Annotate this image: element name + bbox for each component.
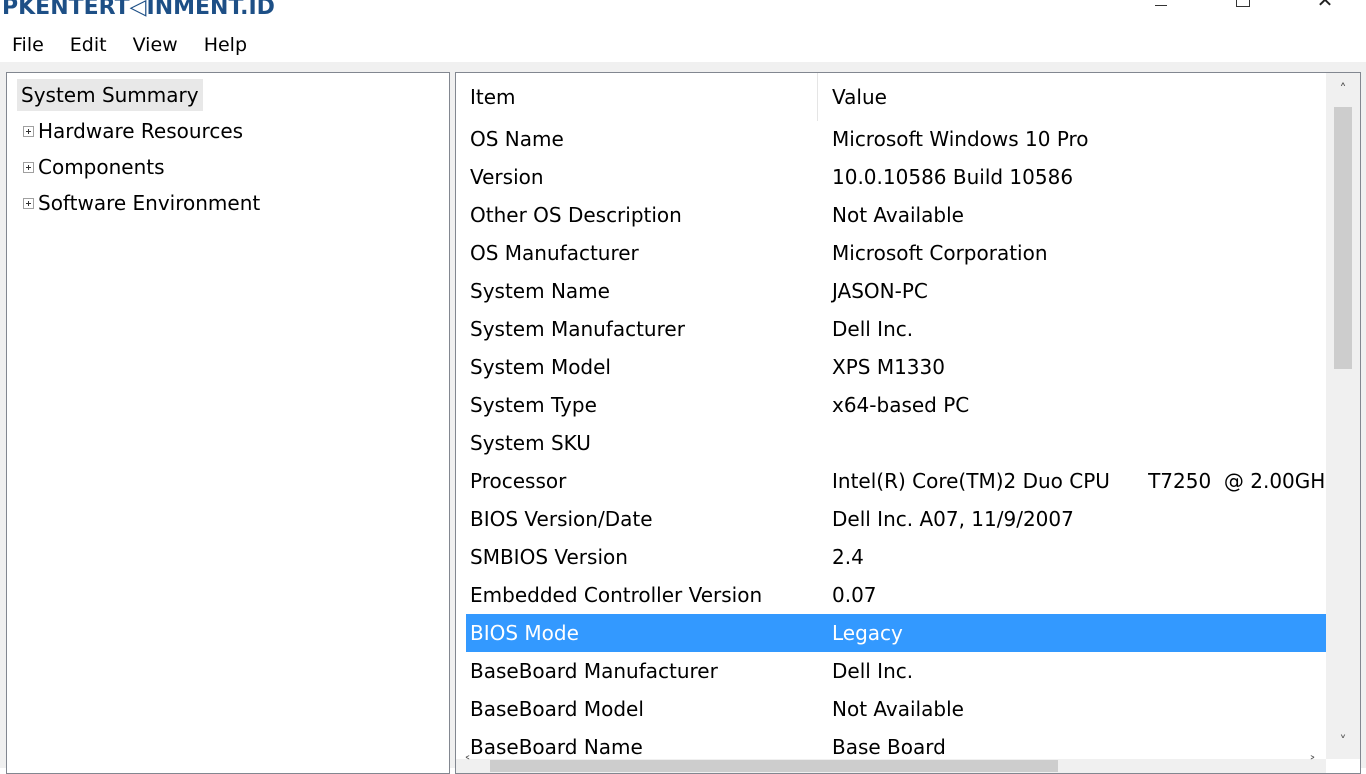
window-controls: ✕ [1120,0,1366,14]
column-header-item[interactable]: Item [456,73,818,121]
tree-item-label: Hardware Resources [38,119,244,143]
menu-file[interactable]: File [0,28,57,62]
title-bar: PKENTERT◁INMENT.ID ✕ [0,0,1366,28]
row-value: Dell Inc. [832,659,914,683]
row-item: System Type [470,393,597,417]
row-value: Microsoft Corporation [832,241,1048,265]
list-header: Item Value [456,73,1326,121]
table-row[interactable]: Version 10.0.10586 Build 10586 [466,158,1326,196]
row-item: OS Manufacturer [470,241,639,265]
row-item: Processor [470,469,567,493]
tree-item-system-summary[interactable]: System Summary [17,79,203,111]
table-row[interactable]: System Name JASON-PC [466,272,1326,310]
table-row[interactable]: System SKU [466,424,1326,462]
scroll-right-icon[interactable]: ˃ [1309,755,1316,771]
row-item: Embedded Controller Version [470,583,763,607]
scroll-left-icon[interactable]: ˂ [464,755,471,771]
list-rows: OS Name Microsoft Windows 10 Pro Version 1… [466,120,1326,766]
row-item: Version [470,165,544,189]
row-item: System Manufacturer [470,317,685,341]
table-row[interactable]: Embedded Controller Version 0.07 [466,576,1326,614]
table-row[interactable]: SMBIOS Version 2.4 [466,538,1326,576]
tree-item-hardware-resources[interactable]: Hardware Resources [23,115,243,147]
menu-help[interactable]: Help [191,28,260,62]
row-value: Not Available [832,203,964,227]
minimize-button[interactable] [1120,0,1202,14]
tree-item-label: Components [38,155,165,179]
expand-icon[interactable] [23,125,34,137]
category-tree[interactable]: System Summary Hardware Resources Compon… [6,72,450,774]
column-header-value[interactable]: Value [818,73,1326,121]
expand-icon[interactable] [23,161,34,173]
vertical-scroll-thumb[interactable] [1334,107,1352,369]
details-list[interactable]: Item Value OS Name Microsoft Windows 10 P… [455,72,1361,774]
row-value: 0.07 [832,583,877,607]
row-item: System Name [470,279,610,303]
row-item: Other OS Description [470,203,682,227]
expand-icon[interactable] [23,197,34,209]
row-value: Intel(R) Core(TM)2 Duo CPU T7250 @ 2.00G… [832,469,1326,493]
row-item: System Model [470,355,611,379]
horizontal-scrollbar[interactable]: ˂ ˃ [456,755,1326,773]
table-row[interactable]: BaseBoard Manufacturer Dell Inc. [466,652,1326,690]
row-value: XPS M1330 [832,355,945,379]
row-value: 10.0.10586 Build 10586 [832,165,1074,189]
main-frame: System Summary Hardware Resources Compon… [0,62,1366,774]
menu-bar: File Edit View Help [0,28,1366,62]
maximize-button[interactable] [1202,0,1284,14]
tree-item-software-environment[interactable]: Software Environment [23,187,260,219]
table-row[interactable]: BIOS Version/Date Dell Inc. A07, 11/9/200… [466,500,1326,538]
table-row[interactable]: BaseBoard Model Not Available [466,690,1326,728]
vertical-scrollbar[interactable]: ˄ ˅ [1326,73,1360,759]
row-value: Dell Inc. A07, 11/9/2007 [832,507,1074,531]
table-row[interactable]: System Type x64-based PC [466,386,1326,424]
row-item: BaseBoard Model [470,697,644,721]
scroll-up-icon[interactable]: ˄ [1326,73,1360,107]
menu-edit[interactable]: Edit [57,28,120,62]
table-row[interactable]: Processor Intel(R) Core(TM)2 Duo CPU T725… [466,462,1326,500]
row-value [828,424,1326,462]
row-item: BaseBoard Manufacturer [470,659,718,683]
row-value: Dell Inc. [832,317,914,341]
row-value: Legacy [832,621,903,645]
row-item: OS Name [470,127,564,151]
row-value: 2.4 [832,545,864,569]
tree-item-components[interactable]: Components [23,151,165,183]
table-row[interactable]: Other OS Description Not Available [466,196,1326,234]
row-value: Microsoft Windows 10 Pro [832,127,1089,151]
close-button[interactable]: ✕ [1284,0,1366,14]
horizontal-scroll-thumb[interactable] [490,760,1058,772]
row-value: Not Available [832,697,964,721]
scroll-down-icon[interactable]: ˅ [1326,725,1360,759]
table-row-selected[interactable]: BIOS Mode Legacy [466,614,1326,652]
table-row[interactable]: System Manufacturer Dell Inc. [466,310,1326,348]
table-row[interactable]: OS Manufacturer Microsoft Corporation [466,234,1326,272]
row-value: JASON-PC [832,279,928,303]
watermark-logo: PKENTERT◁INMENT.ID [2,0,275,20]
row-item: SMBIOS Version [470,545,628,569]
menu-view[interactable]: View [120,28,191,62]
row-value: x64-based PC [832,393,970,417]
table-row[interactable]: OS Name Microsoft Windows 10 Pro [466,120,1326,158]
row-item: BIOS Version/Date [470,507,653,531]
tree-item-label: Software Environment [38,191,261,215]
row-item: BIOS Mode [470,621,579,645]
row-item: System SKU [470,431,591,455]
table-row[interactable]: System Model XPS M1330 [466,348,1326,386]
